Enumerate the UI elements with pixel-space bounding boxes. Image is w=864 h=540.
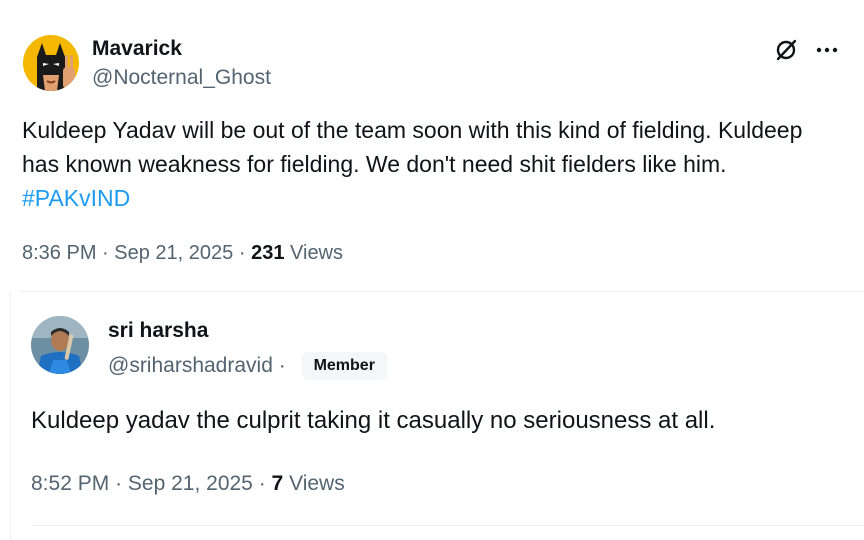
cricketer-avatar[interactable]: [31, 316, 89, 374]
tweet-handle[interactable]: @Nocternal_Ghost: [92, 66, 271, 90]
reply-display-name[interactable]: sri harsha: [108, 319, 208, 343]
meta-separator: ·: [102, 242, 109, 264]
reply-handle[interactable]: @sriharshadravid: [108, 354, 273, 377]
views-count: 231: [251, 242, 285, 264]
reply-date[interactable]: Sep 21, 2025: [128, 472, 253, 495]
tweet-display-name[interactable]: Mavarick: [92, 37, 182, 61]
views-label: Views: [290, 242, 344, 264]
reply-tweet: sri harsha @sriharshadravid · Member Kul…: [10, 292, 864, 540]
reply-text: Kuldeep yadav the culprit taking it casu…: [31, 407, 716, 434]
reply-views-label: Views: [289, 472, 345, 495]
reply-views-count: 7: [271, 472, 284, 495]
tweet-text-main: Kuldeep Yadav will be out of the team so…: [22, 117, 803, 177]
meta-separator: ·: [278, 354, 286, 377]
reply-handle-row: @sriharshadravid · Member: [108, 352, 387, 380]
meta-separator: ·: [238, 242, 246, 264]
hashtag-link[interactable]: #PAKvIND: [22, 185, 130, 211]
meta-separator: ·: [258, 472, 266, 495]
member-badge[interactable]: Member: [301, 352, 387, 380]
meta-separator: ·: [115, 472, 123, 495]
tweet-date[interactable]: Sep 21, 2025: [114, 242, 233, 264]
grok-icon[interactable]: [774, 38, 798, 62]
reply-meta: 8:52 PM · Sep 21, 2025 · 7 Views: [31, 472, 345, 496]
more-icon[interactable]: [814, 42, 840, 58]
tweet-text: Kuldeep Yadav will be out of the team so…: [22, 113, 822, 215]
batman-avatar[interactable]: [23, 35, 79, 91]
reply-divider: [31, 525, 864, 526]
tweet-time[interactable]: 8:36 PM: [22, 242, 96, 264]
tweet-meta: 8:36 PM · Sep 21, 2025 · 231 Views: [22, 242, 343, 265]
main-tweet: Mavarick @Nocternal_Ghost Kuldeep Yadav …: [0, 0, 864, 292]
reply-time[interactable]: 8:52 PM: [31, 472, 109, 495]
